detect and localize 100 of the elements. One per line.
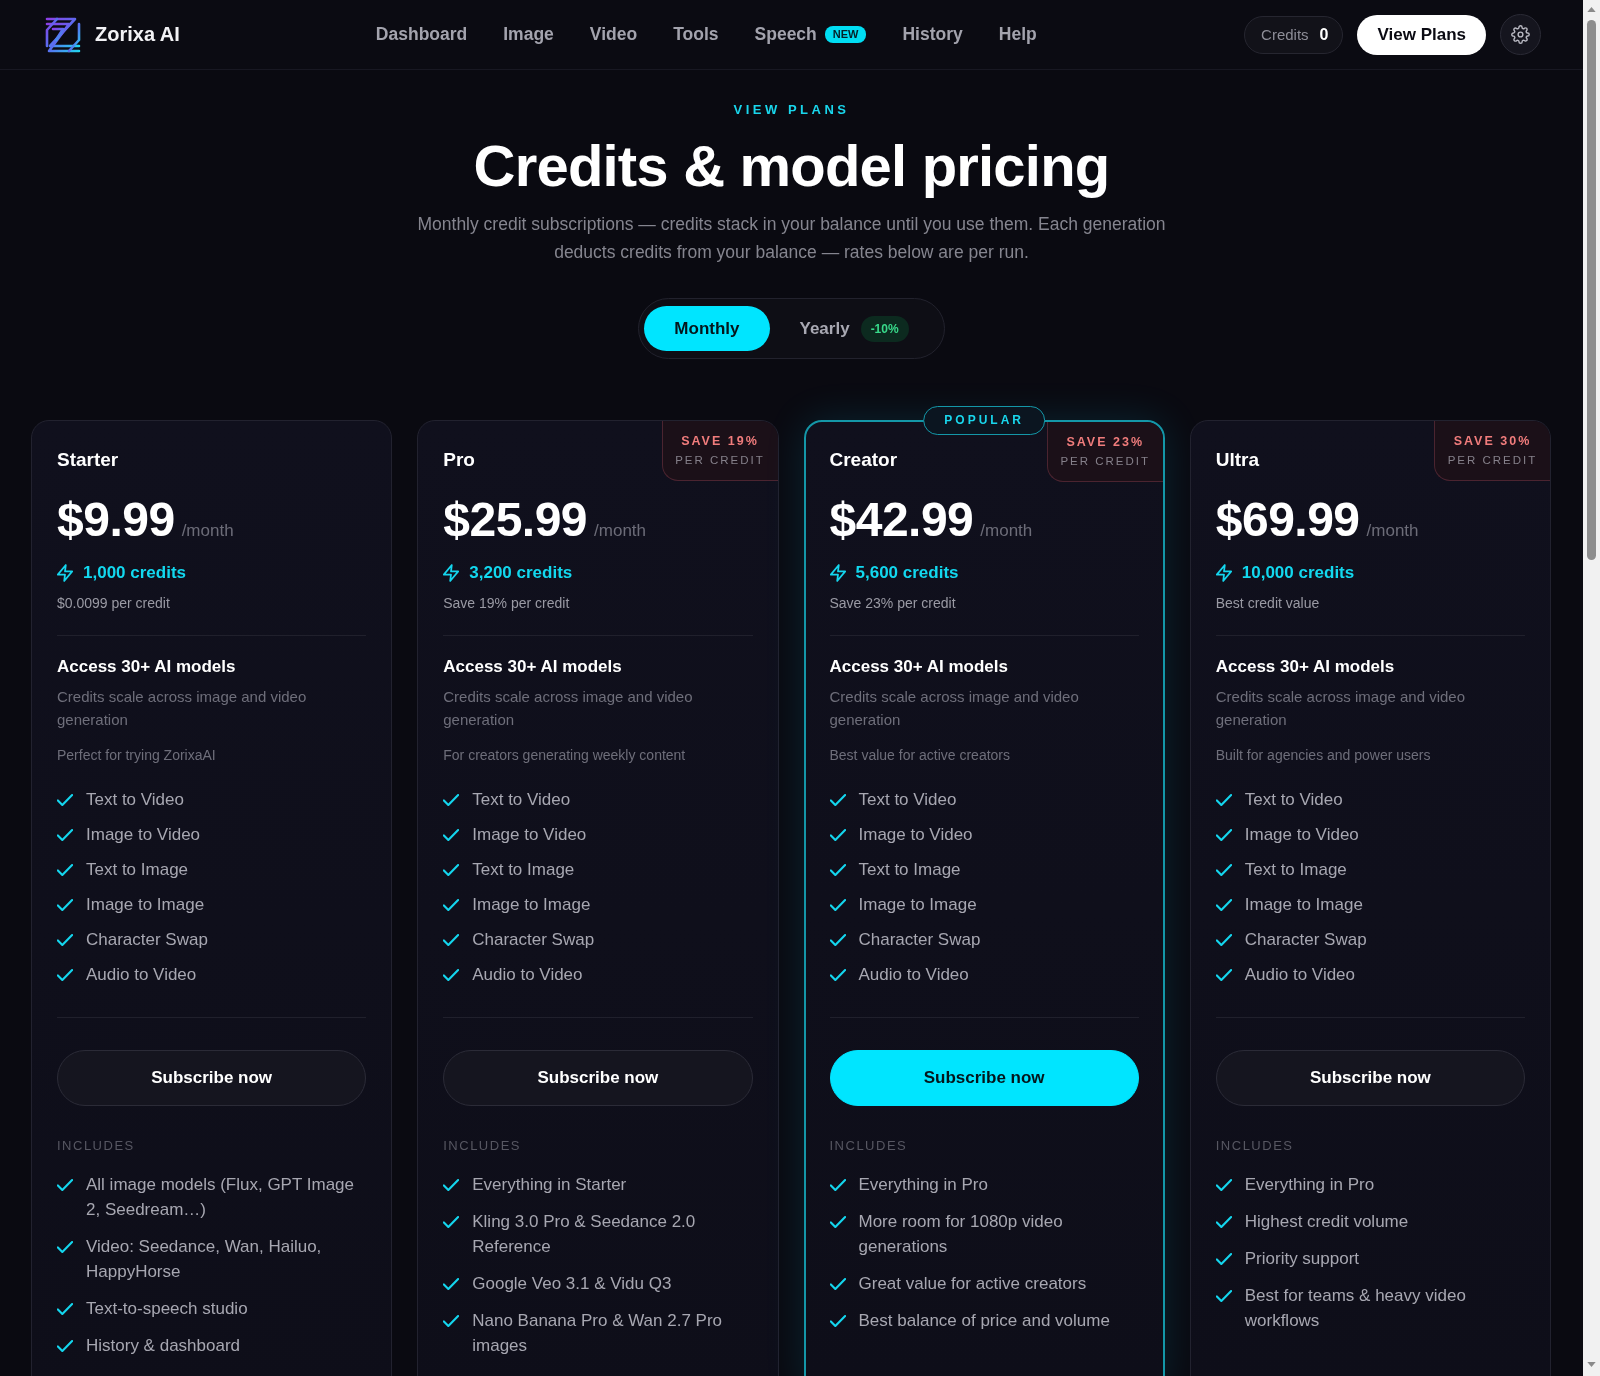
plan-price: $25.99 <box>443 492 588 548</box>
nav-link[interactable]: History <box>902 24 963 45</box>
check-icon <box>57 934 73 946</box>
check-icon <box>1215 1253 1232 1265</box>
billing-option[interactable]: Monthly <box>644 306 770 351</box>
check-icon <box>1215 1290 1232 1302</box>
feature-text: Text to Video <box>472 789 571 811</box>
feature-text: Image to Image <box>86 894 205 916</box>
models-title: Access 30+ AI models <box>1215 656 1396 678</box>
check-icon <box>1215 1216 1232 1228</box>
credits-value: 0 <box>1319 25 1329 44</box>
include-text: All image models (Flux, GPT Image 2, Seedream…) <box>86 1174 355 1221</box>
view-plans-button[interactable]: View Plans <box>1357 14 1486 55</box>
check-icon <box>829 864 846 876</box>
plan-price: $69.99 <box>1215 492 1360 548</box>
includes-label: INCLUDES <box>57 1138 136 1154</box>
include-text: Nano Banana Pro & Wan 2.7 Pro images <box>472 1310 724 1357</box>
lightning-icon <box>57 564 73 582</box>
billing-option[interactable]: Yearly -10% <box>769 306 939 351</box>
plan-price: $42.99 <box>829 492 974 548</box>
save-unit: PER CREDIT <box>1060 454 1151 468</box>
plan-name: Creator <box>829 448 898 472</box>
check-icon <box>443 1278 460 1290</box>
scrollbar-thumb[interactable] <box>1587 20 1596 560</box>
scroll-up-icon[interactable] <box>1587 7 1596 12</box>
feature-text: Image to Video <box>1244 824 1359 846</box>
logo-icon[interactable] <box>45 15 81 54</box>
check-icon <box>829 794 846 806</box>
check-icon <box>57 1179 73 1191</box>
nav-link[interactable]: Help <box>998 24 1037 45</box>
feature-text: Text to Image <box>858 859 961 881</box>
check-icon <box>1215 1179 1232 1191</box>
save-percent: SAVE 19% <box>681 434 759 449</box>
feature-text: Image to Image <box>472 894 591 916</box>
check-icon <box>443 1216 460 1228</box>
models-description: Credits scale across image and video generation <box>1215 687 1467 730</box>
credits-label: Credits <box>1261 26 1309 43</box>
check-icon <box>443 969 460 981</box>
subscribe-button[interactable]: Subscribe now <box>829 1050 1139 1106</box>
models-description: Credits scale across image and video generation <box>829 687 1080 730</box>
nav-link[interactable]: Image <box>503 24 554 45</box>
page-title: Credits & model pricing <box>473 135 1110 197</box>
nav-link[interactable]: Speech <box>754 24 817 45</box>
credit-note: $0.0099 per credit <box>57 594 171 613</box>
popular-badge: POPULAR <box>923 406 1045 435</box>
feature-text: Text to Video <box>86 789 184 811</box>
check-icon <box>57 829 73 841</box>
credit-amount: 10,000 credits <box>1241 563 1355 583</box>
check-icon <box>443 1315 460 1327</box>
feature-text: Audio to Video <box>1244 964 1356 986</box>
feature-text: Text to Image <box>86 859 189 881</box>
check-icon <box>443 934 460 946</box>
plan-tagline: Best value for active creators <box>829 746 1012 765</box>
check-icon <box>1215 864 1232 876</box>
include-text: Text-to-speech studio <box>86 1298 248 1320</box>
includes-label: INCLUDES <box>829 1138 909 1154</box>
include-text: Priority support <box>1244 1248 1360 1270</box>
feature-text: Text to Video <box>1244 789 1343 811</box>
subscribe-button[interactable]: Subscribe now <box>443 1050 753 1106</box>
check-icon <box>829 1278 846 1290</box>
price-period: /month <box>594 521 647 541</box>
plan-name: Starter <box>57 448 119 472</box>
check-icon <box>1215 899 1232 911</box>
include-text: Video: Seedance, Wan, Hailuo, HappyHorse <box>86 1236 323 1283</box>
plan-tagline: Perfect for trying ZorixaAI <box>57 746 217 765</box>
new-badge: NEW <box>824 26 867 43</box>
include-text: Best balance of price and volume <box>858 1310 1110 1332</box>
include-text: Best for teams & heavy video workflows <box>1244 1285 1467 1332</box>
check-icon <box>57 864 73 876</box>
settings-button[interactable] <box>1500 14 1541 55</box>
check-icon <box>57 794 73 806</box>
feature-text: Image to Video <box>86 824 201 846</box>
subscribe-button[interactable]: Subscribe now <box>57 1050 367 1106</box>
credit-amount: 3,200 credits <box>469 563 573 583</box>
lightning-icon <box>1215 564 1232 582</box>
feature-text: Character Swap <box>472 929 595 951</box>
check-icon <box>829 969 846 981</box>
nav-link[interactable]: Tools <box>673 24 719 45</box>
include-text: Everything in Pro <box>1244 1174 1375 1196</box>
subscribe-button[interactable]: Subscribe now <box>1215 1050 1525 1106</box>
feature-text: Text to Image <box>1244 859 1347 881</box>
nav-link[interactable]: Dashboard <box>375 24 468 45</box>
feature-text: Character Swap <box>86 929 208 951</box>
page-subtitle: Monthly credit subscriptions — credits stack in your balance until you use them. Each generation deducts credits from your balance — rates below are per run. <box>416 213 1167 264</box>
includes-label: INCLUDES <box>443 1138 522 1154</box>
brand-name: Zorixa AI <box>95 23 180 46</box>
scroll-down-icon[interactable] <box>1587 1362 1596 1367</box>
check-icon <box>443 794 460 806</box>
check-icon <box>443 899 460 911</box>
check-icon <box>57 1303 73 1315</box>
scrollbar-track[interactable] <box>1583 0 1600 1376</box>
feature-text: Audio to Video <box>472 964 583 986</box>
check-icon <box>57 969 73 981</box>
include-text: Everything in Pro <box>858 1174 988 1196</box>
include-text: Great value for active creators <box>858 1273 1087 1295</box>
nav-link[interactable]: Video <box>589 24 638 45</box>
credit-amount: 5,600 credits <box>855 563 959 583</box>
check-icon <box>829 899 846 911</box>
feature-text: Image to Video <box>858 824 973 846</box>
credit-note: Best credit value <box>1215 594 1321 613</box>
